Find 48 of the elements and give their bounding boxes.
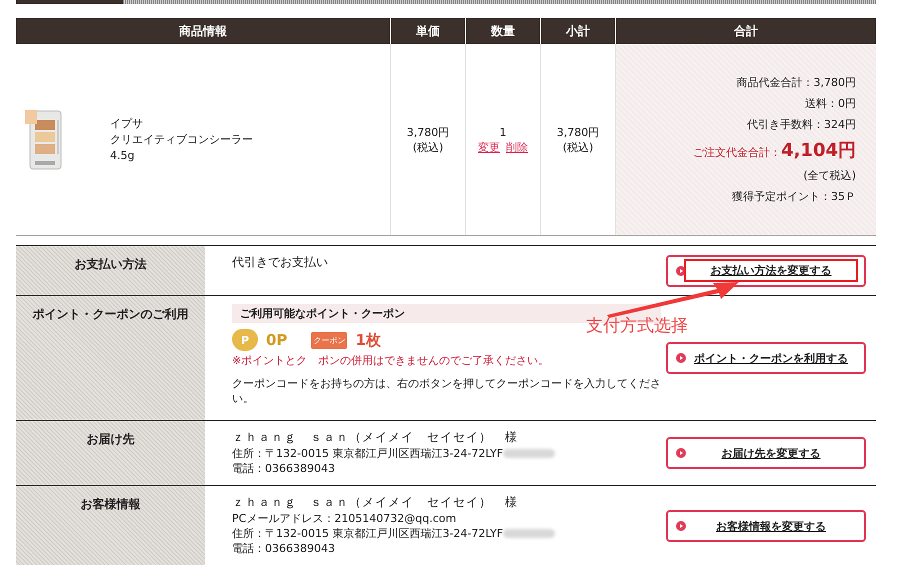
- change-button[interactable]: お客様情報を変更する: [666, 510, 866, 542]
- section-label: お客様情報: [16, 486, 205, 565]
- contact-line: 電話：0366389043: [232, 461, 335, 476]
- customer-name: ｚｈａｎｇ ｓａｎ（メイメイ セイセイ） 様: [232, 429, 519, 446]
- column-header: 合計: [616, 18, 876, 44]
- total-line: 商品代金合計：3,780円: [736, 75, 856, 90]
- contact-line: 電話：0366389043: [232, 541, 335, 556]
- item-action-link[interactable]: 変更: [478, 140, 500, 154]
- payment-method: 代引きでお支払い: [232, 254, 329, 271]
- section-label: お支払い方法: [16, 246, 205, 295]
- column-header: 商品情報: [16, 18, 391, 44]
- point-heart-icon: P: [232, 329, 258, 351]
- play-icon: [676, 353, 686, 363]
- product-name: 4.5g: [110, 148, 136, 164]
- total-line: 獲得予定ポイント：35Ｐ: [732, 189, 856, 204]
- section-label: ポイント・クーポンのご利用: [16, 296, 205, 420]
- total-line: 代引き手数料：324円: [747, 117, 856, 132]
- grand-total-amount: 4,104円: [781, 139, 856, 162]
- product-name: クリエイティブコンシーラー: [110, 132, 253, 148]
- play-icon: [676, 266, 686, 276]
- coupon-ticket-icon: クーポン: [311, 332, 348, 348]
- coupon-count: 1枚: [355, 330, 381, 350]
- play-icon: [676, 521, 686, 531]
- column-header: 小計: [541, 18, 616, 44]
- grand-total-label: ご注文代金合計：: [693, 145, 782, 160]
- customer-name: ｚｈａｎｇ ｓａｎ（メイメイ セイセイ） 様: [232, 494, 519, 511]
- section-label: お届け先: [16, 421, 205, 485]
- change-button[interactable]: ポイント・クーポンを利用する: [666, 342, 866, 374]
- unit-price: 3,780円: [406, 124, 450, 140]
- subtotal: 3,780円: [556, 124, 600, 140]
- change-button[interactable]: お届け先を変更する: [666, 437, 866, 469]
- change-button[interactable]: お支払い方法を変更する: [666, 254, 866, 286]
- notice-text: ※ポイントとク ポンの併用はできませんのでご了承ください。: [232, 353, 550, 368]
- contact-line: 住所：〒132-0015 東京都江戸川区西瑞江3-24-72LYF: [232, 446, 504, 461]
- points-value: 0P: [266, 331, 288, 349]
- total-line: (全て税込): [803, 168, 856, 183]
- tax-note: (税込): [412, 140, 444, 154]
- contact-line: PCメールアドレス：2105140732@qq.com: [232, 511, 456, 526]
- coupon-info-text: クーポンコードをお持ちの方は、右のボタンを押してクーポンコードを入力してください。: [232, 376, 662, 406]
- product-name: イプサ: [110, 116, 144, 132]
- tax-note: (税込): [562, 140, 594, 154]
- quantity: 1: [500, 124, 506, 140]
- play-icon: [676, 448, 686, 458]
- contact-line: 住所：〒132-0015 東京都江戸川区西瑞江3-24-72LYF: [232, 526, 504, 541]
- item-action-link[interactable]: 削除: [506, 140, 528, 154]
- column-header: 単価: [391, 18, 466, 44]
- total-line: 送料：0円: [805, 96, 856, 111]
- column-header: 数量: [466, 18, 541, 44]
